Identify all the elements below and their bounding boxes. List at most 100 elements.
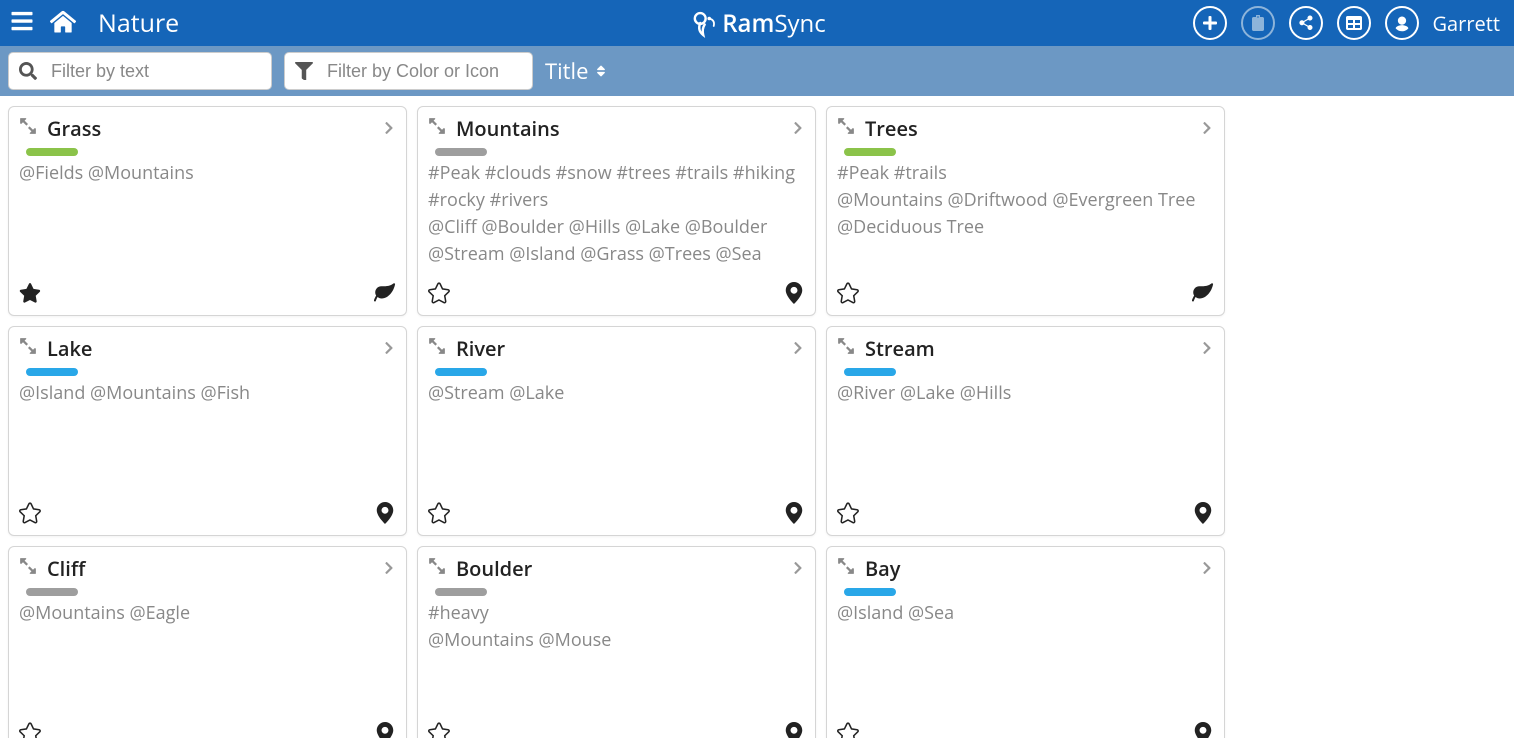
card[interactable]: Trees #Peak #trails@Mountains @Driftwood… (826, 106, 1225, 316)
color-pill (844, 148, 896, 156)
expand-button[interactable] (428, 337, 446, 360)
card[interactable]: River @Stream @Lake (417, 326, 816, 536)
card-type-button[interactable] (783, 282, 805, 309)
card[interactable]: Grass @Fields @Mountains (8, 106, 407, 316)
card-type-button[interactable] (1192, 502, 1214, 529)
card[interactable]: Boulder #heavy@Mountains @Mouse (417, 546, 816, 738)
expand-button[interactable] (837, 557, 855, 580)
card-header: Boulder (428, 555, 805, 582)
star-button[interactable] (837, 722, 859, 738)
expand-button[interactable] (19, 557, 37, 580)
card[interactable]: Lake @Island @Mountains @Fish (8, 326, 407, 536)
star-button[interactable] (19, 502, 41, 529)
filter-color-input[interactable] (327, 61, 522, 82)
pin-icon (1192, 502, 1214, 524)
card-footer (837, 502, 1214, 529)
filter-icon (295, 62, 313, 80)
card-open-button[interactable] (382, 118, 396, 140)
add-button[interactable] (1193, 6, 1227, 40)
menu-button[interactable] (10, 9, 34, 38)
expand-button[interactable] (19, 117, 37, 140)
brand-text-2: Sync (774, 7, 825, 40)
note-icon (1250, 15, 1266, 31)
card[interactable]: Mountains #Peak #clouds #snow #trees #tr… (417, 106, 816, 316)
star-button[interactable] (19, 722, 41, 738)
card-type-button[interactable] (374, 502, 396, 529)
card-tags: #Peak #clouds #snow #trees #trails #hiki… (428, 160, 805, 214)
card-body: #Peak #clouds #snow #trees #trails #hiki… (428, 160, 805, 278)
chevron-right-icon (382, 341, 396, 355)
chevron-right-icon (791, 561, 805, 575)
table-button[interactable] (1337, 6, 1371, 40)
card-type-button[interactable] (783, 502, 805, 529)
card-title: Mountains (456, 115, 781, 142)
card-title: Trees (865, 115, 1190, 142)
expand-button[interactable] (19, 337, 37, 360)
card-type-button[interactable] (374, 722, 396, 738)
star-icon (837, 282, 859, 304)
card-refs: @Island @Mountains @Fish (19, 380, 396, 407)
expand-button[interactable] (837, 337, 855, 360)
expand-icon (428, 557, 446, 575)
brand-logo[interactable]: RamSync (688, 7, 826, 40)
star-button[interactable] (837, 502, 859, 529)
card[interactable]: Bay @Island @Sea (826, 546, 1225, 738)
card-open-button[interactable] (791, 558, 805, 580)
card-title: Cliff (47, 555, 372, 582)
pin-icon (374, 502, 396, 524)
chevron-right-icon (1200, 561, 1214, 575)
card-header: Stream (837, 335, 1214, 362)
plus-icon (1202, 15, 1218, 31)
card-refs: @River @Lake @Hills (837, 380, 1214, 407)
card[interactable]: Stream @River @Lake @Hills (826, 326, 1225, 536)
star-icon (837, 502, 859, 524)
card-body: @River @Lake @Hills (837, 380, 1214, 498)
filter-color-wrap[interactable] (284, 52, 533, 90)
card-title: River (456, 335, 781, 362)
expand-button[interactable] (428, 117, 446, 140)
sort-button[interactable]: Title (545, 56, 608, 86)
expand-icon (19, 557, 37, 575)
card-open-button[interactable] (1200, 338, 1214, 360)
card-open-button[interactable] (791, 118, 805, 140)
filterbar: Title (0, 46, 1514, 96)
card-body: @Fields @Mountains (19, 160, 396, 278)
card-type-button[interactable] (1192, 282, 1214, 309)
share-button[interactable] (1289, 6, 1323, 40)
card-type-button[interactable] (374, 282, 396, 309)
pin-icon (783, 722, 805, 738)
star-button[interactable] (19, 282, 41, 309)
card-open-button[interactable] (382, 558, 396, 580)
star-button[interactable] (428, 502, 450, 529)
card[interactable]: Cliff @Mountains @Eagle (8, 546, 407, 738)
card-open-button[interactable] (382, 338, 396, 360)
card-body: #Peak #trails@Mountains @Driftwood @Ever… (837, 160, 1214, 278)
card-footer (428, 282, 805, 309)
content-scroll[interactable]: Grass @Fields @Mountains Mountains # (0, 96, 1514, 738)
user-name[interactable]: Garrett (1433, 10, 1501, 37)
color-pill (435, 368, 487, 376)
expand-button[interactable] (837, 117, 855, 140)
sort-icon (594, 64, 608, 78)
card-refs: @Mountains @Eagle (19, 600, 396, 627)
pin-icon (374, 722, 396, 738)
card-open-button[interactable] (1200, 558, 1214, 580)
star-button[interactable] (428, 722, 450, 738)
color-pill (844, 588, 896, 596)
home-button[interactable] (50, 8, 76, 39)
notes-button[interactable] (1241, 6, 1275, 40)
filter-text-input[interactable] (51, 61, 261, 82)
card-footer (428, 722, 805, 738)
user-avatar[interactable] (1385, 6, 1419, 40)
topbar: Nature RamSync Garrett (0, 0, 1514, 46)
card-open-button[interactable] (1200, 118, 1214, 140)
chevron-right-icon (382, 561, 396, 575)
card-type-button[interactable] (1192, 722, 1214, 738)
expand-icon (428, 117, 446, 135)
star-button[interactable] (837, 282, 859, 309)
filter-text-wrap[interactable] (8, 52, 272, 90)
card-type-button[interactable] (783, 722, 805, 738)
expand-button[interactable] (428, 557, 446, 580)
star-button[interactable] (428, 282, 450, 309)
card-open-button[interactable] (791, 338, 805, 360)
